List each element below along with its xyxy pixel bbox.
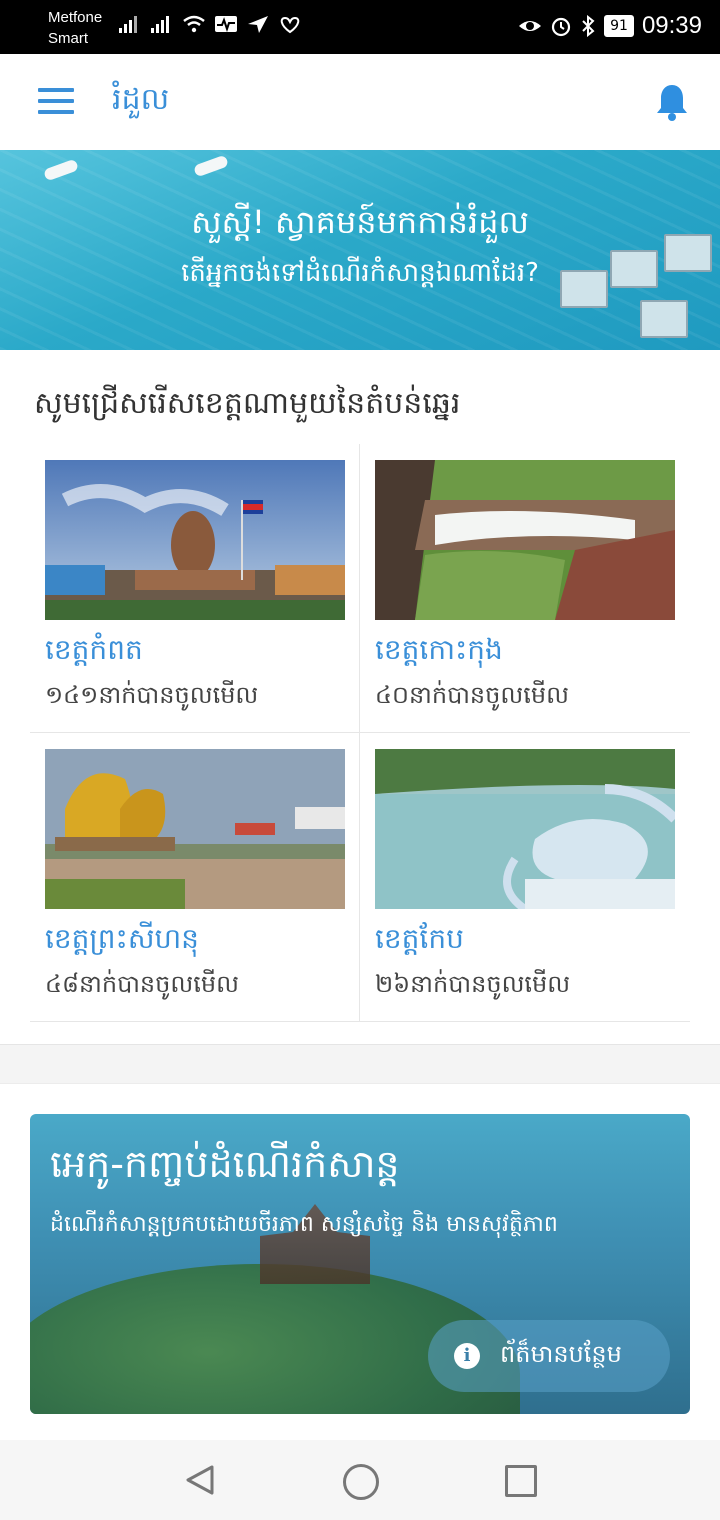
- back-icon[interactable]: [184, 1464, 216, 1496]
- province-name: ខេត្តព្រះសីហនុ: [45, 922, 199, 955]
- province-card-kep[interactable]: ខេត្តកែប ២៦នាក់បានចូលមើល: [360, 733, 690, 1021]
- province-views: ១៤១នាក់បានចូលមើល: [45, 681, 259, 709]
- province-card-kampot[interactable]: ខេត្តកំពត ១៤១នាក់បានចូលមើល: [30, 444, 360, 732]
- home-icon[interactable]: [343, 1464, 379, 1500]
- province-views: ៤០នាក់បានចូលមើល: [375, 681, 569, 709]
- app-title: រំដួល: [112, 82, 170, 117]
- province-photo: [375, 460, 675, 620]
- wifi-icon: [183, 15, 205, 33]
- carrier-name: Metfone: [48, 9, 103, 26]
- more-info-button[interactable]: i ព័ត៏មានបន្ថែម: [428, 1320, 670, 1392]
- overwater-bungalow-image: [640, 300, 688, 338]
- clock: 09:39: [641, 12, 702, 39]
- battery-icon: 91: [604, 15, 634, 37]
- status-icons-right: 91 09:39: [518, 12, 702, 40]
- alarm-icon: [552, 17, 571, 37]
- province-photo: [375, 749, 675, 909]
- bell-icon[interactable]: [654, 82, 690, 122]
- info-icon: i: [454, 1343, 480, 1369]
- app-bar: រំដួល: [0, 54, 720, 150]
- carrier-label: Metfone Smart: [48, 7, 102, 49]
- eco-subtitle: ដំណើរកំសាន្តប្រកបដោយចីរភាព សន្សំសច្ចៃ និ…: [50, 1212, 558, 1237]
- recent-apps-icon[interactable]: [505, 1465, 537, 1497]
- hero-question: តើអ្នកចង់ទៅដំណើរកំសាន្តឯណាដែរ?: [181, 258, 539, 288]
- eye-icon: [519, 21, 542, 31]
- status-bar: Metfone Smart 91 09:39: [0, 0, 720, 54]
- province-card-sihanouk[interactable]: ខេត្តព្រះសីហនុ ៤៨នាក់បានចូលមើល: [30, 733, 360, 1021]
- province-photo: [45, 749, 345, 909]
- signal-icon: [151, 16, 169, 33]
- province-name: ខេត្តកោះកុង: [375, 633, 503, 666]
- bluetooth-icon: [582, 15, 595, 37]
- eco-package-card[interactable]: អេកូ-កញ្ចប់ដំណើរកំសាន្ត ដំណើរកំសាន្តប្រក…: [30, 1114, 690, 1414]
- province-card-koh-kong[interactable]: ខេត្តកោះកុង ៤០នាក់បានចូលមើល: [360, 444, 690, 732]
- heart-icon: [280, 16, 300, 34]
- status-icons-left: [118, 14, 302, 34]
- grid-divider: [30, 1021, 690, 1022]
- province-grid: ខេត្តកំពត ១៤១នាក់បានចូលមើល ខេត្តកោះកុង ៤…: [30, 444, 690, 1022]
- hero-greeting: សួស្តី! ស្វាគមន៍មកកាន់រំដួល: [191, 203, 529, 241]
- location-arrow-icon: [248, 16, 268, 33]
- carrier-sub: Smart: [48, 30, 89, 47]
- province-views: ៤៨នាក់បានចូលមើល: [45, 970, 239, 998]
- hero-banner: សួស្តី! ស្វាគមន៍មកកាន់រំដួល តើអ្នកចង់ទៅដ…: [0, 150, 720, 350]
- more-info-label: ព័ត៏មានបន្ថែម: [500, 1340, 622, 1368]
- section-divider: [0, 1044, 720, 1084]
- province-views: ២៦នាក់បានចូលមើល: [375, 970, 571, 998]
- province-photo: [45, 460, 345, 620]
- province-name: ខេត្តកែប: [375, 922, 464, 955]
- section-title: សូមជ្រើសរើសខេត្តណាមួយនៃតំបន់ឆ្នេរ: [34, 386, 461, 421]
- province-name: ខេត្តកំពត: [45, 633, 143, 666]
- hamburger-menu-icon[interactable]: [38, 88, 74, 116]
- activity-icon: [215, 16, 237, 33]
- signal-icon: [119, 16, 137, 33]
- eco-title: អេកូ-កញ្ចប់ដំណើរកំសាន្ត: [50, 1142, 400, 1186]
- system-nav-bar: [0, 1440, 720, 1520]
